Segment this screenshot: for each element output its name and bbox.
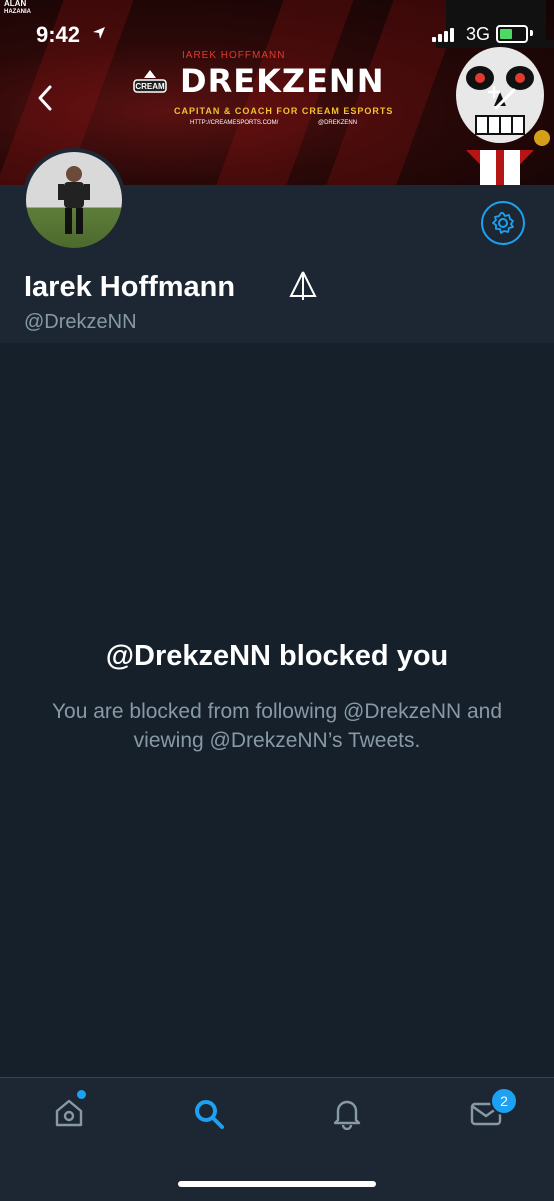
cellular-signal-icon — [432, 28, 454, 42]
settings-button[interactable] — [481, 201, 525, 245]
profile-handle: @DrekzeNN — [24, 311, 137, 333]
notifications-icon[interactable] — [332, 1098, 362, 1130]
blocked-title: @DrekzeNN blocked you — [105, 640, 449, 672]
battery-tip — [530, 30, 533, 36]
location-arrow-icon — [93, 27, 105, 39]
team-logo: CREAM — [132, 68, 168, 102]
sailboat-icon — [289, 271, 317, 300]
profile-name: Iarek Hoffmann — [24, 271, 236, 303]
back-arrow-icon[interactable] — [34, 84, 58, 112]
home-new-dot — [77, 1090, 86, 1099]
battery-icon — [496, 25, 528, 43]
avatar[interactable] — [22, 148, 126, 252]
corner-watermark: ALAN HAZANIA — [4, 0, 31, 16]
blocked-description: You are blocked from following @DrekzeNN… — [51, 700, 503, 752]
banner-tagline: CAPITAN & COACH FOR CREAM ESPORTS — [174, 106, 394, 116]
watermark-line: HAZANIA — [4, 9, 31, 15]
svg-text:CREAM: CREAM — [135, 82, 165, 91]
gear-icon — [492, 212, 514, 234]
status-bar: ALAN HAZANIA 9:42 3G — [0, 0, 554, 70]
network-type: 3G — [466, 24, 491, 44]
status-time: 9:42 — [36, 22, 81, 47]
compose-icon[interactable] — [486, 84, 516, 112]
banner-social-handle: @DREKZENN — [318, 120, 358, 126]
messages-badge: 2 — [490, 1087, 518, 1115]
home-icon[interactable] — [54, 1098, 84, 1128]
search-icon[interactable] — [193, 1098, 225, 1130]
banner-url: HTTP://CREAMESPORTS.COM/ — [190, 120, 279, 126]
watermark-line: ALAN — [4, 0, 27, 8]
home-indicator[interactable] — [178, 1181, 376, 1187]
